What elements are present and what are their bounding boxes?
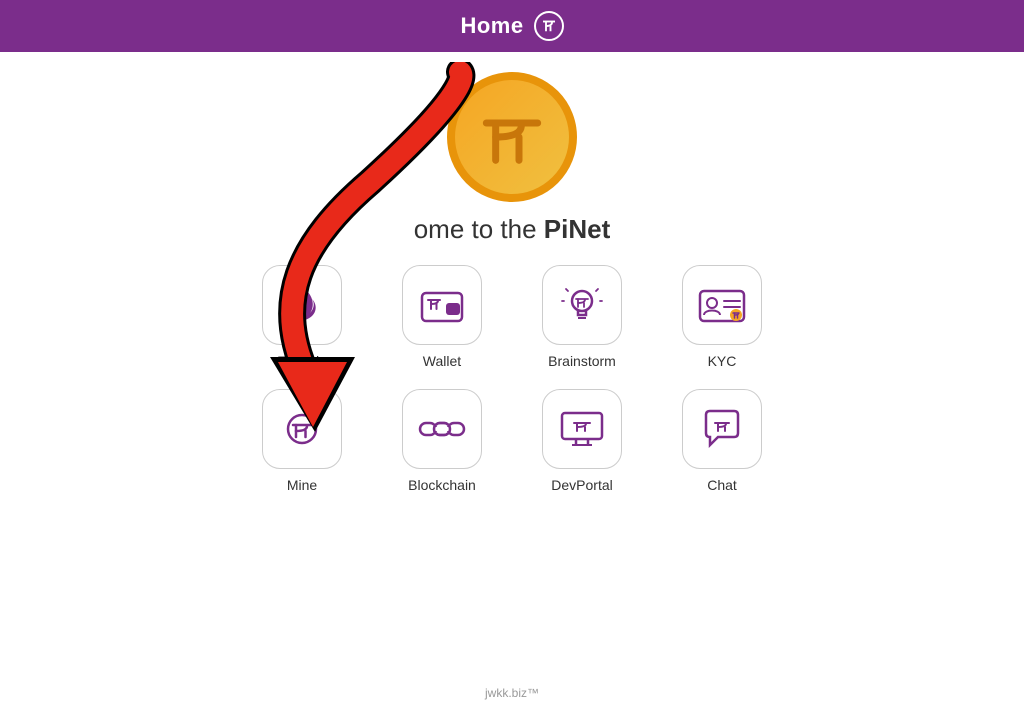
fireside-icon-box	[262, 265, 342, 345]
brainstorm-icon-box	[542, 265, 622, 345]
fireside-label: Fireside	[277, 353, 327, 369]
apps-section: Fireside Wallet	[0, 265, 1024, 493]
app-fireside[interactable]: Fireside	[247, 265, 357, 369]
app-mine[interactable]: Mine	[247, 389, 357, 493]
footer-text: jwkk.biz™	[485, 686, 539, 700]
brainstorm-label: Brainstorm	[548, 353, 616, 369]
mine-icon-box	[262, 389, 342, 469]
app-chat[interactable]: Chat	[667, 389, 777, 493]
app-brainstorm[interactable]: Brainstorm	[527, 265, 637, 369]
devportal-icon-box	[542, 389, 622, 469]
main-content: ome to the PiNet Fireside	[0, 52, 1024, 715]
wallet-icon-box	[402, 265, 482, 345]
welcome-text: ome to the PiNet	[414, 214, 611, 245]
logo-area: ome to the PiNet	[0, 52, 1024, 245]
apps-row-2: Mine Blockchain	[247, 389, 777, 493]
app-kyc[interactable]: KYC	[667, 265, 777, 369]
wallet-label: Wallet	[423, 353, 461, 369]
chat-label: Chat	[707, 477, 737, 493]
devportal-label: DevPortal	[551, 477, 612, 493]
mine-label: Mine	[287, 477, 317, 493]
kyc-icon-box	[682, 265, 762, 345]
blockchain-label: Blockchain	[408, 477, 476, 493]
app-devportal[interactable]: DevPortal	[527, 389, 637, 493]
pi-header-icon	[534, 11, 564, 41]
app-wallet[interactable]: Wallet	[387, 265, 497, 369]
header-title: Home	[460, 13, 523, 39]
app-header: Home	[0, 0, 1024, 52]
kyc-label: KYC	[708, 353, 737, 369]
apps-row-1: Fireside Wallet	[247, 265, 777, 369]
app-blockchain[interactable]: Blockchain	[387, 389, 497, 493]
pi-logo	[447, 72, 577, 202]
chat-icon-box	[682, 389, 762, 469]
footer: jwkk.biz™	[0, 686, 1024, 700]
blockchain-icon-box	[402, 389, 482, 469]
